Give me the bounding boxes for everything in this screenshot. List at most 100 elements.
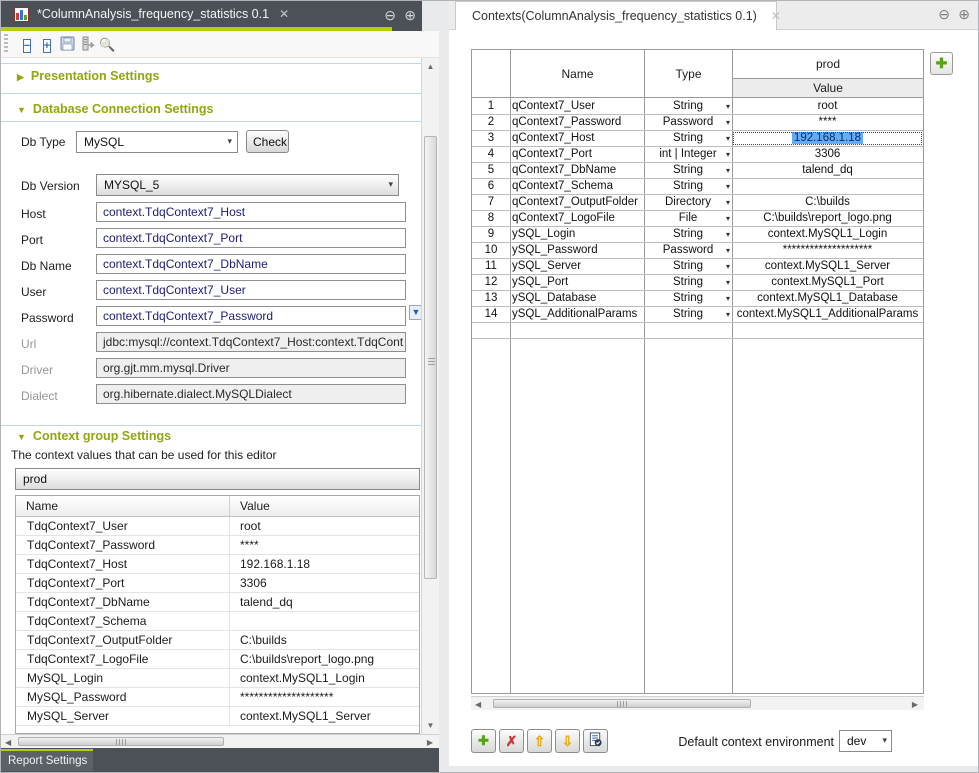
context-value-cell[interactable]: talend_dq [732,163,923,178]
context-value-cell[interactable]: 3306 [230,574,419,592]
move-down-button[interactable]: ⇩ [555,729,580,753]
context-name-cell[interactable]: qContext7_Password [510,115,644,130]
context-value-cell[interactable]: context.MySQL1_Server [732,259,923,274]
user-input[interactable]: context.TdqContext7_User [96,280,406,300]
context-value-cell[interactable]: context.MySQL1_Server [230,707,419,725]
context-environment-select[interactable]: prod [15,468,420,490]
refresh-icon[interactable] [79,36,95,52]
context-value-cell[interactable]: context.MySQL1_Port [732,275,923,290]
context-name-cell[interactable]: qContext7_User [510,99,644,114]
type-dropdown[interactable]: String▾ [644,131,732,146]
scrollbar-thumb[interactable] [493,699,751,708]
scroll-right-icon[interactable]: ▶ [912,700,918,709]
context-value-cell[interactable]: ******************** [230,688,419,706]
context-value-cell[interactable]: 3306 [732,147,923,162]
default-environment-select[interactable]: dev▾ [839,730,892,752]
context-name-cell[interactable]: qContext7_Schema [510,179,644,194]
port-input[interactable]: context.TdqContext7_Port [96,228,406,248]
vertical-scrollbar[interactable]: ▲ ▼ [421,58,439,734]
scrollbar-thumb[interactable] [18,737,224,746]
context-name-cell[interactable]: qContext7_OutputFolder [510,195,644,210]
section-database-connection-settings[interactable]: ▼Database Connection Settings [17,102,214,116]
context-value-cell[interactable]: talend_dq [230,593,419,611]
value-column-header[interactable]: Value [230,496,270,516]
context-name-cell[interactable]: ySQL_Port [510,275,644,290]
db-version-select[interactable]: MYSQL_5▾ [96,174,399,196]
type-dropdown[interactable]: String▾ [644,275,732,290]
context-value-cell[interactable]: context.MySQL1_AdditionalParams [732,307,923,322]
type-dropdown[interactable]: String▾ [644,259,732,274]
tab-report-settings[interactable]: Report Settings [1,749,93,771]
type-dropdown[interactable]: String▾ [644,179,732,194]
type-dropdown[interactable]: File▾ [644,211,732,226]
context-name-cell[interactable]: TdqContext7_Schema [16,612,230,630]
context-name-cell[interactable]: TdqContext7_OutputFolder [16,631,230,649]
type-dropdown[interactable]: Directory▾ [644,195,732,210]
context-name-cell[interactable]: TdqContext7_Password [16,536,230,554]
scroll-left-icon[interactable]: ◀ [475,700,481,709]
close-icon[interactable]: ✕ [771,9,781,23]
type-dropdown[interactable]: int | Integer▾ [644,147,732,162]
context-name-cell[interactable]: ySQL_Database [510,291,644,306]
type-dropdown[interactable]: Password▾ [644,243,732,258]
horizontal-scrollbar[interactable]: ◀ ▶ [1,734,439,748]
context-name-cell[interactable]: TdqContext7_DbName [16,593,230,611]
context-name-cell[interactable]: qContext7_DbName [510,163,644,178]
type-dropdown[interactable]: String▾ [644,227,732,242]
name-column-header[interactable]: Name [16,496,230,516]
context-value-cell[interactable]: 192.168.1.18 [230,555,419,573]
context-value-cell[interactable]: context.MySQL1_Login [732,227,923,242]
tab-column-analysis[interactable]: *ColumnAnalysis_frequency_statistics 0.1… [1,1,289,27]
context-value-cell[interactable]: C:\builds [732,195,923,210]
context-value-cell[interactable]: context.MySQL1_Database [732,291,923,306]
scroll-right-icon[interactable]: ▶ [427,738,433,747]
section-presentation-settings[interactable]: ▶Presentation Settings [17,69,159,83]
context-value-cell[interactable]: root [230,517,419,535]
context-value-cell[interactable]: **** [230,536,419,554]
context-value-cell[interactable]: ******************** [732,243,923,258]
context-value-cell[interactable] [732,179,923,194]
check-button[interactable]: Check [246,130,289,153]
context-name-cell[interactable]: TdqContext7_LogoFile [16,650,230,668]
context-name-cell[interactable]: MySQL_Password [16,688,230,706]
content-assist-icon[interactable]: ▼ [409,305,421,320]
horizontal-scrollbar[interactable]: ◀ ▶ [471,696,924,710]
context-name-cell[interactable]: MySQL_Server [16,707,230,725]
db-type-select[interactable]: MySQL▾ [76,131,238,153]
context-name-cell[interactable]: TdqContext7_Port [16,574,230,592]
scroll-left-icon[interactable]: ◀ [5,738,11,747]
context-value-cell[interactable]: C:\builds\report_logo.png [230,650,419,668]
panel-sash[interactable] [439,1,449,773]
type-dropdown[interactable]: String▾ [644,291,732,306]
host-input[interactable]: context.TdqContext7_Host [96,202,406,222]
scroll-up-icon[interactable]: ▲ [422,62,439,71]
environment-column-header[interactable]: prod [733,50,923,78]
type-dropdown[interactable]: String▾ [644,307,732,322]
db-name-input[interactable]: context.TdqContext7_DbName [96,254,406,274]
name-column-header[interactable]: Name [511,50,644,98]
scrollbar-thumb[interactable] [424,136,437,579]
context-value-cell[interactable]: 192.168.1.18 [732,131,923,146]
manage-contexts-button[interactable] [583,729,608,753]
delete-context-button[interactable]: ✗ [499,729,524,753]
type-column-header[interactable]: Type [645,50,732,98]
move-up-button[interactable]: ⇧ [527,729,552,753]
context-name-cell[interactable]: ySQL_Server [510,259,644,274]
type-dropdown[interactable]: Password▾ [644,115,732,130]
context-name-cell[interactable]: qContext7_Host [510,131,644,146]
context-value-cell[interactable]: root [732,99,923,114]
add-context-button[interactable]: ✚ [471,729,496,753]
type-dropdown[interactable]: String▾ [644,163,732,178]
context-value-cell[interactable]: **** [732,115,923,130]
search-icon[interactable]: 🔍 [99,36,115,52]
context-name-cell[interactable]: ySQL_Password [510,243,644,258]
expand-all-icon[interactable]: + [39,36,55,52]
value-column-header[interactable]: Value [733,78,923,98]
type-dropdown[interactable]: String▾ [644,99,732,114]
scroll-down-icon[interactable]: ▼ [422,721,439,730]
context-name-cell[interactable]: qContext7_LogoFile [510,211,644,226]
context-value-cell[interactable]: C:\builds [230,631,419,649]
context-name-cell[interactable]: MySQL_Login [16,669,230,687]
maximize-icon[interactable]: ⊕ [958,6,970,23]
toolbar-drag-handle[interactable] [4,34,8,54]
